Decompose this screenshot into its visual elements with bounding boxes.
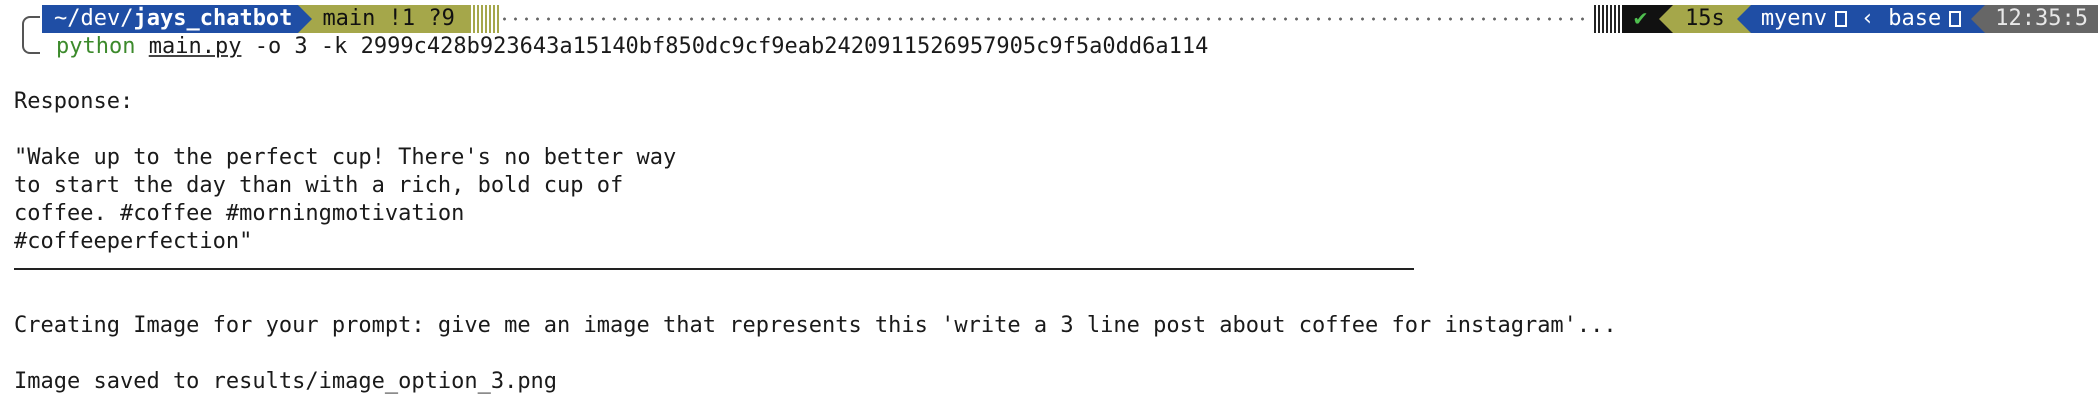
response-line: "Wake up to the perfect cup! There's no … — [14, 145, 677, 170]
shell-prompt-bar: ~/dev/jays_chatbot main !1 ?9 ✔ 15s myen… — [0, 5, 2098, 33]
conda-icon — [1949, 11, 1962, 27]
creating-image-line: Creating Image for your prompt: give me … — [14, 313, 1617, 338]
command-duration: 15s — [1685, 6, 1725, 31]
directory-arrow-icon — [298, 5, 313, 33]
conda-env-name: base — [1888, 6, 1942, 31]
response-label: Response: — [14, 89, 134, 114]
environment-segment: myenv ‹ base — [1750, 5, 1972, 33]
response-line: #coffeeperfection" — [14, 229, 253, 254]
response-line: to start the day than with a rich, bold … — [14, 173, 624, 198]
prompt-filler-dots — [498, 5, 1592, 33]
python-icon — [1835, 11, 1848, 27]
prompt-directory-segment: ~/dev/jays_chatbot — [42, 5, 299, 33]
git-status-segment: main !1 ?9 — [312, 5, 469, 33]
prompt-clock: 12:35:5 — [1995, 6, 2088, 31]
git-branch-status: main !1 ?9 — [322, 6, 455, 31]
command-program: python — [56, 34, 136, 59]
command-line[interactable]: python main.py -o 3 -k 2999c428b923643a1… — [56, 33, 1208, 61]
env-arrow-icon — [1736, 5, 1751, 33]
clock-segment: 12:35:5 — [1985, 5, 2098, 33]
virtualenv-name: myenv — [1760, 6, 1828, 31]
horizontal-divider — [14, 268, 1414, 270]
command-file-link[interactable]: main.py — [149, 34, 242, 59]
image-saved-line: Image saved to results/image_option_3.pn… — [14, 369, 558, 394]
directory-prefix: ~/dev/ — [54, 6, 134, 31]
dither-separator-left — [468, 5, 499, 33]
checkmark-icon: ✔ — [1633, 6, 1648, 31]
response-line: coffee. #coffee #morningmotivation — [14, 201, 465, 226]
dither-separator-right — [1591, 5, 1622, 33]
directory-name: jays_chatbot — [133, 6, 293, 31]
duration-segment: 15s — [1673, 5, 1737, 33]
chevron-left-icon: ‹ — [1861, 6, 1875, 31]
exit-status-segment: ✔ — [1621, 5, 1660, 33]
duration-arrow-icon — [1659, 5, 1674, 33]
clock-arrow-icon — [1971, 5, 1986, 33]
command-arguments: -o 3 -k 2999c428b923643a15140bf850dc9cf9… — [241, 34, 1209, 59]
